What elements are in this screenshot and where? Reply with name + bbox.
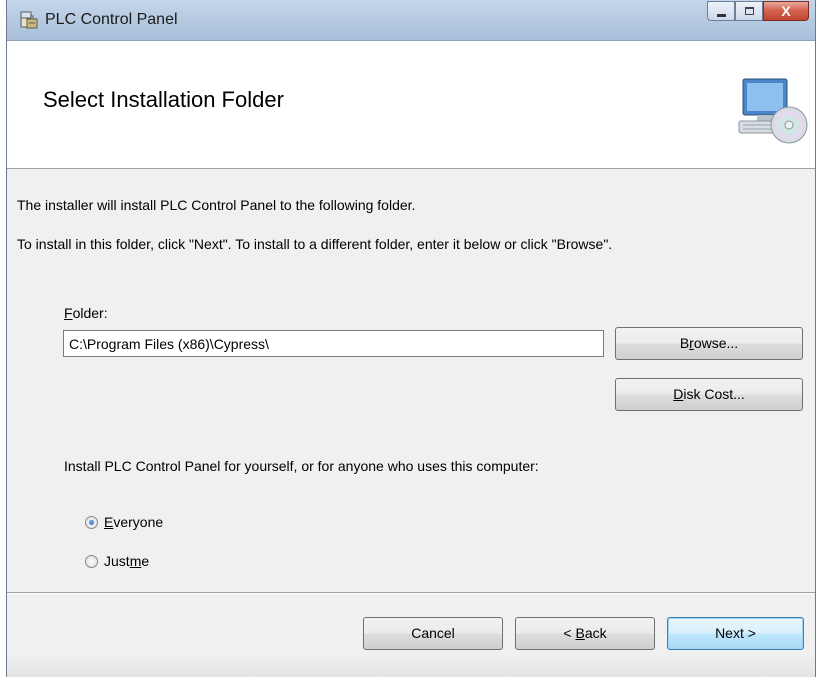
disk-cost-label-post: isk Cost... <box>683 386 745 402</box>
folder-path-input[interactable] <box>63 330 604 357</box>
radio-just-me-indicator[interactable] <box>85 554 98 568</box>
installer-window: PLC Control Panel X Select Installation … <box>6 0 816 677</box>
disk-cost-label-mnemonic: D <box>673 386 684 402</box>
window-title: PLC Control Panel <box>45 11 178 28</box>
radio-just-me[interactable]: Just me <box>85 553 149 569</box>
close-button[interactable]: X <box>763 1 809 21</box>
back-label-mnemonic: B <box>575 625 585 641</box>
window-controls: X <box>707 1 809 23</box>
back-button[interactable]: < Back <box>515 617 655 650</box>
close-icon: X <box>781 3 791 19</box>
installer-package-icon <box>20 11 38 29</box>
minimize-icon <box>717 14 726 17</box>
folder-label-mnemonic: F <box>64 305 73 321</box>
cancel-button[interactable]: Cancel <box>363 617 503 650</box>
minimize-button[interactable] <box>707 1 735 21</box>
back-label-pre: < <box>563 625 576 641</box>
browse-label-pre: B <box>679 335 690 351</box>
maximize-icon <box>745 7 754 15</box>
computer-cd-icon <box>738 78 808 144</box>
radio-everyone-indicator[interactable] <box>85 515 98 529</box>
wizard-header: Select Installation Folder <box>7 41 815 169</box>
browse-button[interactable]: Browse... <box>615 327 803 360</box>
radio-just-me-label-pre: Just <box>104 553 130 569</box>
title-bar[interactable]: PLC Control Panel X <box>7 0 815 41</box>
back-label-post: ack <box>584 625 607 641</box>
page-title: Select Installation Folder <box>43 87 284 112</box>
radio-everyone-mnemonic: E <box>104 514 114 530</box>
window-bottom-edge <box>7 655 815 677</box>
browse-label-post: owse... <box>693 335 739 351</box>
radio-everyone-label: veryone <box>113 514 164 530</box>
radio-just-me-label-post: e <box>141 553 150 569</box>
radio-everyone[interactable]: Everyone <box>85 514 163 530</box>
instructions-text: To install in this folder, click "Next".… <box>17 236 613 252</box>
radio-just-me-mnemonic: m <box>129 553 142 569</box>
next-button[interactable]: Next > <box>667 617 804 650</box>
maximize-button[interactable] <box>735 1 763 21</box>
folder-label: Folder: <box>64 305 108 321</box>
disk-cost-button[interactable]: Disk Cost... <box>615 378 803 411</box>
footer-separator <box>7 592 815 594</box>
folder-label-text: older: <box>72 305 108 321</box>
install-for-text: Install PLC Control Panel for yourself, … <box>64 458 539 474</box>
intro-text: The installer will install PLC Control P… <box>17 197 416 213</box>
